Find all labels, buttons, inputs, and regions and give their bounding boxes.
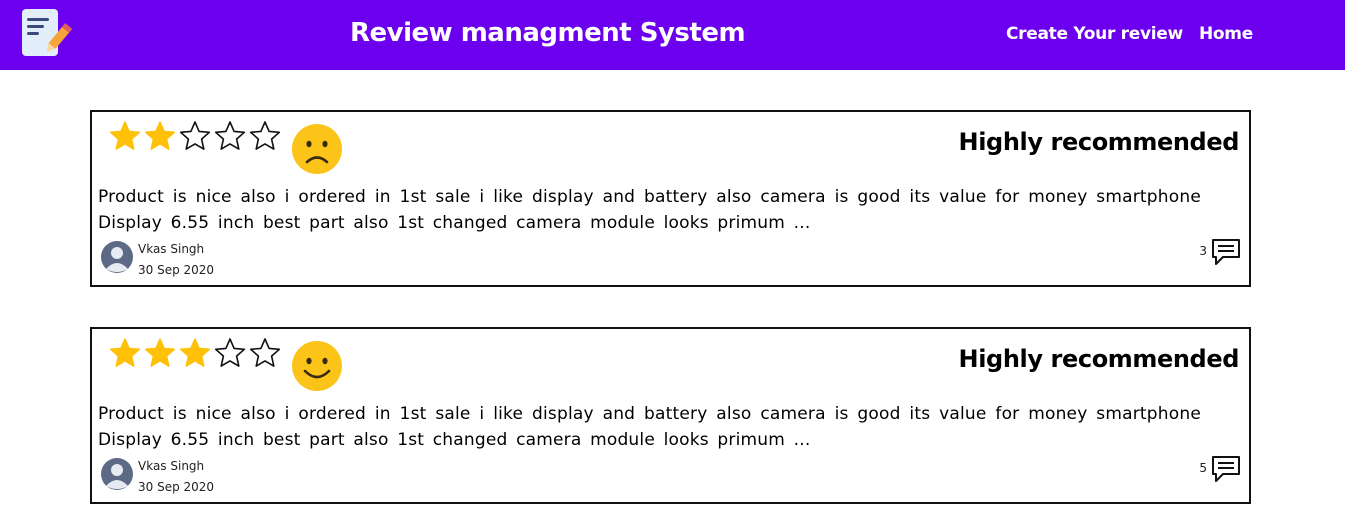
author-name: Vkas Singh	[138, 459, 205, 473]
author-name: Vkas Singh	[138, 242, 205, 256]
avatar	[101, 241, 133, 273]
review-card: Highly recommended Product is nice also …	[90, 110, 1251, 287]
star-filled-icon[interactable]	[109, 337, 141, 369]
comment-icon[interactable]	[1211, 238, 1241, 266]
star-filled-icon[interactable]	[144, 337, 176, 369]
star-filled-icon[interactable]	[144, 120, 176, 152]
home-link[interactable]: Home	[1199, 24, 1253, 44]
star-empty-icon[interactable]	[214, 337, 246, 369]
smiley-face-icon	[292, 341, 342, 391]
review-card: Highly recommended Product is nice also …	[90, 327, 1251, 504]
recommendation-label: Highly recommended	[958, 345, 1240, 373]
recommendation-label: Highly recommended	[958, 128, 1240, 156]
comment-count: 3	[1199, 244, 1207, 258]
star-filled-icon[interactable]	[109, 120, 141, 152]
comment-icon[interactable]	[1211, 455, 1241, 483]
create-review-link[interactable]: Create Your review	[1006, 24, 1183, 44]
star-empty-icon[interactable]	[249, 120, 281, 152]
app-title: Review managment System	[350, 18, 746, 48]
star-empty-icon[interactable]	[249, 337, 281, 369]
review-date: 30 Sep 2020	[138, 263, 215, 277]
star-empty-icon[interactable]	[179, 120, 211, 152]
sad-face-icon	[292, 124, 342, 174]
navbar: Review managment System Create Your revi…	[0, 0, 1345, 70]
review-text: Product is nice also i ordered in 1st sa…	[98, 404, 1201, 450]
star-empty-icon[interactable]	[214, 120, 246, 152]
avatar	[101, 458, 133, 490]
review-text: Product is nice also i ordered in 1st sa…	[98, 187, 1201, 233]
review-date: 30 Sep 2020	[138, 480, 215, 494]
star-rating[interactable]	[109, 337, 281, 369]
star-filled-icon[interactable]	[179, 337, 211, 369]
comment-count: 5	[1199, 461, 1207, 475]
star-rating[interactable]	[109, 120, 281, 152]
notepad-pencil-icon[interactable]	[20, 8, 72, 58]
